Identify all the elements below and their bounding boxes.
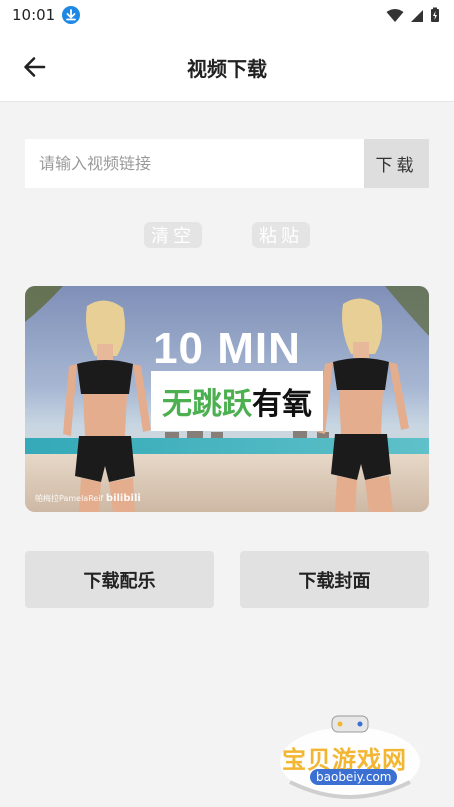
url-input-row: 下载 (25, 139, 429, 188)
thumbnail-subtitle: 无跳跃 有氧 (151, 371, 323, 431)
clear-button[interactable]: 清空 (144, 222, 202, 248)
video-link-input[interactable] (25, 139, 364, 188)
thumbnail-watermark: 帕梅拉PamelaReif bilibili (35, 493, 141, 504)
download-button[interactable]: 下载 (364, 139, 429, 188)
thumbnail-subtitle-black: 有氧 (252, 387, 312, 422)
video-thumbnail: 10 MIN 无跳跃 有氧 帕梅拉PamelaReif bilibili (25, 286, 429, 512)
platform-tag: bilibili (105, 493, 141, 504)
app-bar: 视频下载 (0, 32, 454, 102)
page-title: 视频下载 (187, 57, 267, 81)
status-bar: 10:01 (0, 0, 454, 32)
download-notification-icon (62, 6, 80, 24)
download-cover-button[interactable]: 下载封面 (240, 551, 429, 608)
thumbnail-subtitle-green: 无跳跃 (162, 387, 252, 422)
site-url: baobeiy.com (310, 769, 398, 785)
download-music-button[interactable]: 下载配乐 (25, 551, 214, 608)
status-time: 10:01 (12, 6, 56, 24)
paste-button[interactable]: 粘贴 (252, 222, 310, 248)
wifi-icon (386, 8, 404, 27)
thumbnail-title: 10 MIN (153, 324, 301, 373)
uploader-tag: 帕梅拉PamelaReif (35, 494, 104, 503)
signal-icon (410, 8, 424, 27)
site-watermark: 宝贝游戏网 baobeiy.com (270, 712, 430, 802)
battery-icon (430, 7, 440, 27)
